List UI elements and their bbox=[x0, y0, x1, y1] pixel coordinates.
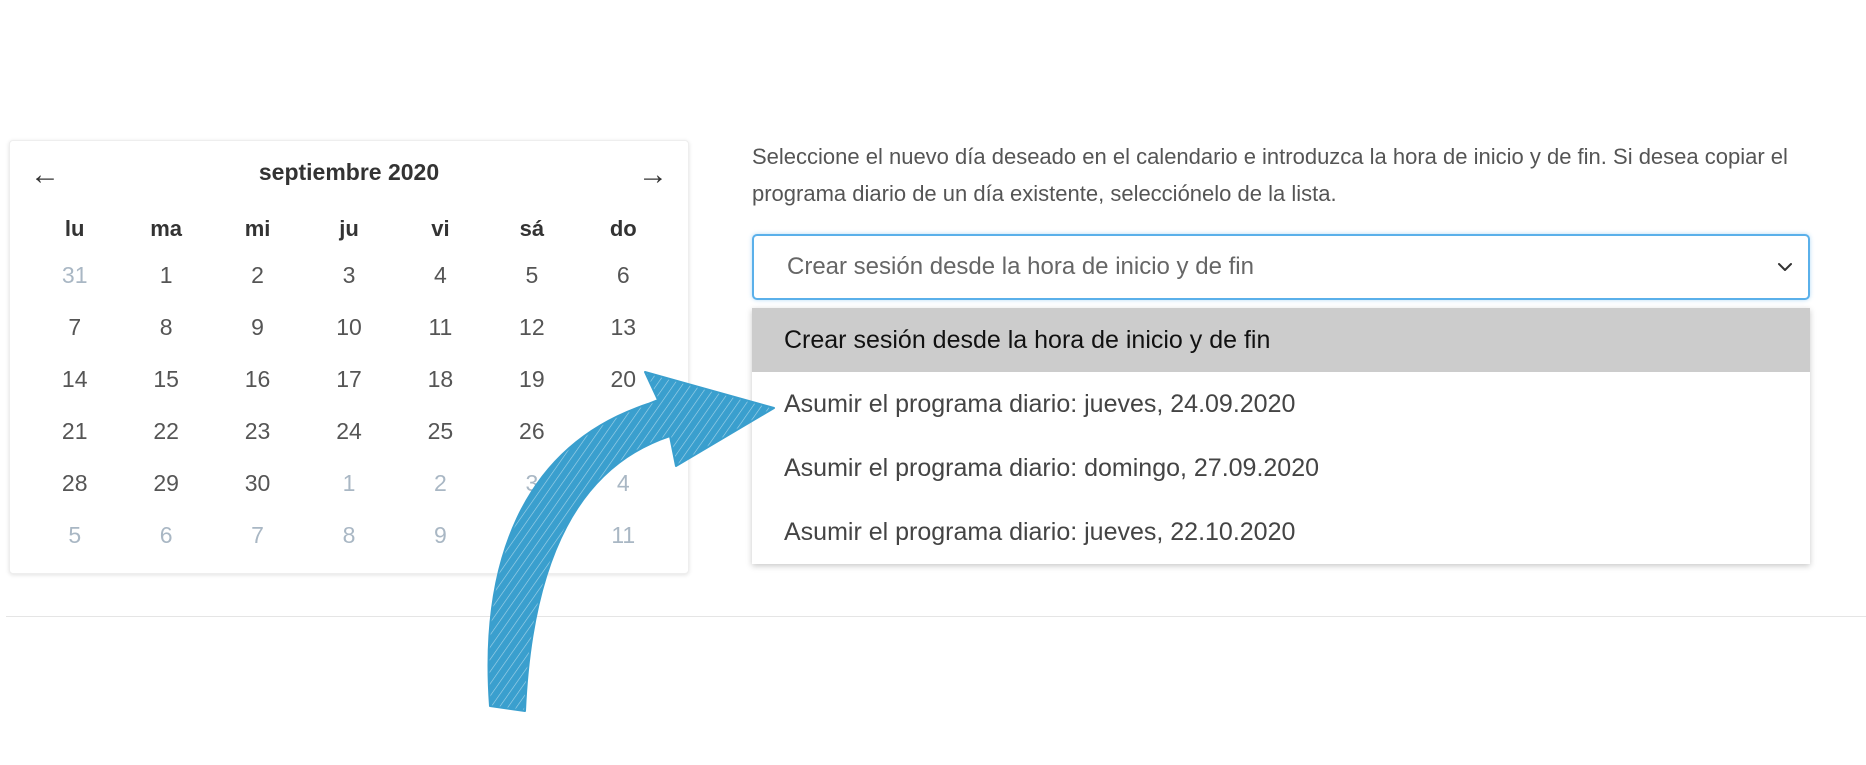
weekday-header: sá bbox=[519, 216, 545, 241]
select-option[interactable]: Crear sesión desde la hora de inicio y d… bbox=[752, 308, 1810, 372]
curved-arrow-icon bbox=[487, 371, 775, 712]
calendar-day-outside-month[interactable]: 31 bbox=[29, 249, 120, 301]
select-option[interactable]: Asumir el programa diario: domingo, 27.0… bbox=[752, 436, 1810, 500]
calendar-day[interactable]: 24 bbox=[303, 405, 394, 457]
calendar-day-outside-month[interactable]: 1 bbox=[303, 457, 394, 509]
calendar-day[interactable]: 14 bbox=[29, 353, 120, 405]
instruction-text: Seleccione el nuevo día deseado en el ca… bbox=[752, 144, 1788, 206]
arrow-right-icon: → bbox=[638, 158, 668, 191]
calendar-day[interactable]: 18 bbox=[395, 353, 486, 405]
weekday-header: ju bbox=[339, 216, 359, 241]
weekday-header: ma bbox=[150, 216, 183, 241]
calendar-day-outside-month[interactable]: 9 bbox=[395, 509, 486, 561]
calendar-day[interactable]: 4 bbox=[395, 249, 486, 301]
calendar-day[interactable]: 3 bbox=[303, 249, 394, 301]
weekday-header: lu bbox=[64, 216, 85, 241]
weekday-header: do bbox=[609, 216, 637, 241]
select-option[interactable]: Asumir el programa diario: jueves, 24.09… bbox=[752, 372, 1810, 436]
calendar-day[interactable]: 9 bbox=[212, 301, 303, 353]
select-option[interactable]: Asumir el programa diario: jueves, 22.10… bbox=[752, 500, 1810, 564]
calendar-day[interactable]: 23 bbox=[212, 405, 303, 457]
calendar-day[interactable]: 22 bbox=[120, 405, 211, 457]
calendar-day[interactable]: 2 bbox=[212, 249, 303, 301]
weekday-header: vi bbox=[431, 216, 450, 241]
chevron-down-icon bbox=[1778, 263, 1792, 271]
calendar-day-outside-month[interactable]: 2 bbox=[395, 457, 486, 509]
calendar-day[interactable]: 21 bbox=[29, 405, 120, 457]
calendar-month-title: septiembre 2020 bbox=[258, 159, 440, 185]
calendar-header: ← septiembre 2020 → bbox=[10, 141, 688, 209]
calendar-day[interactable]: 15 bbox=[120, 353, 211, 405]
select-value: Crear sesión desde la hora de inicio y d… bbox=[787, 253, 1254, 280]
calendar-day[interactable]: 10 bbox=[303, 301, 394, 353]
divider bbox=[6, 616, 1866, 617]
calendar-day[interactable]: 12 bbox=[486, 301, 577, 353]
calendar-day-outside-month[interactable]: 5 bbox=[29, 509, 120, 561]
weekday-header: mi bbox=[244, 216, 271, 241]
calendar-day[interactable]: 17 bbox=[303, 353, 394, 405]
calendar-day[interactable]: 25 bbox=[395, 405, 486, 457]
session-source-select[interactable]: Crear sesión desde la hora de inicio y d… bbox=[752, 234, 1810, 300]
calendar-day[interactable]: 11 bbox=[395, 301, 486, 353]
calendar-day[interactable]: 7 bbox=[29, 301, 120, 353]
calendar-day[interactable]: 6 bbox=[578, 249, 669, 301]
calendar-day[interactable]: 28 bbox=[29, 457, 120, 509]
calendar-day-outside-month[interactable]: 8 bbox=[303, 509, 394, 561]
calendar-day-outside-month[interactable]: 6 bbox=[120, 509, 211, 561]
calendar-day[interactable]: 30 bbox=[212, 457, 303, 509]
calendar-day[interactable]: 5 bbox=[486, 249, 577, 301]
select-dropdown-list: Crear sesión desde la hora de inicio y d… bbox=[752, 308, 1810, 564]
calendar-day[interactable]: 16 bbox=[212, 353, 303, 405]
calendar-day[interactable]: 13 bbox=[578, 301, 669, 353]
calendar-day[interactable]: 29 bbox=[120, 457, 211, 509]
calendar-day[interactable]: 8 bbox=[120, 301, 211, 353]
calendar-day[interactable]: 1 bbox=[120, 249, 211, 301]
calendar-day-outside-month[interactable]: 7 bbox=[212, 509, 303, 561]
next-month-button[interactable]: → bbox=[628, 157, 678, 193]
